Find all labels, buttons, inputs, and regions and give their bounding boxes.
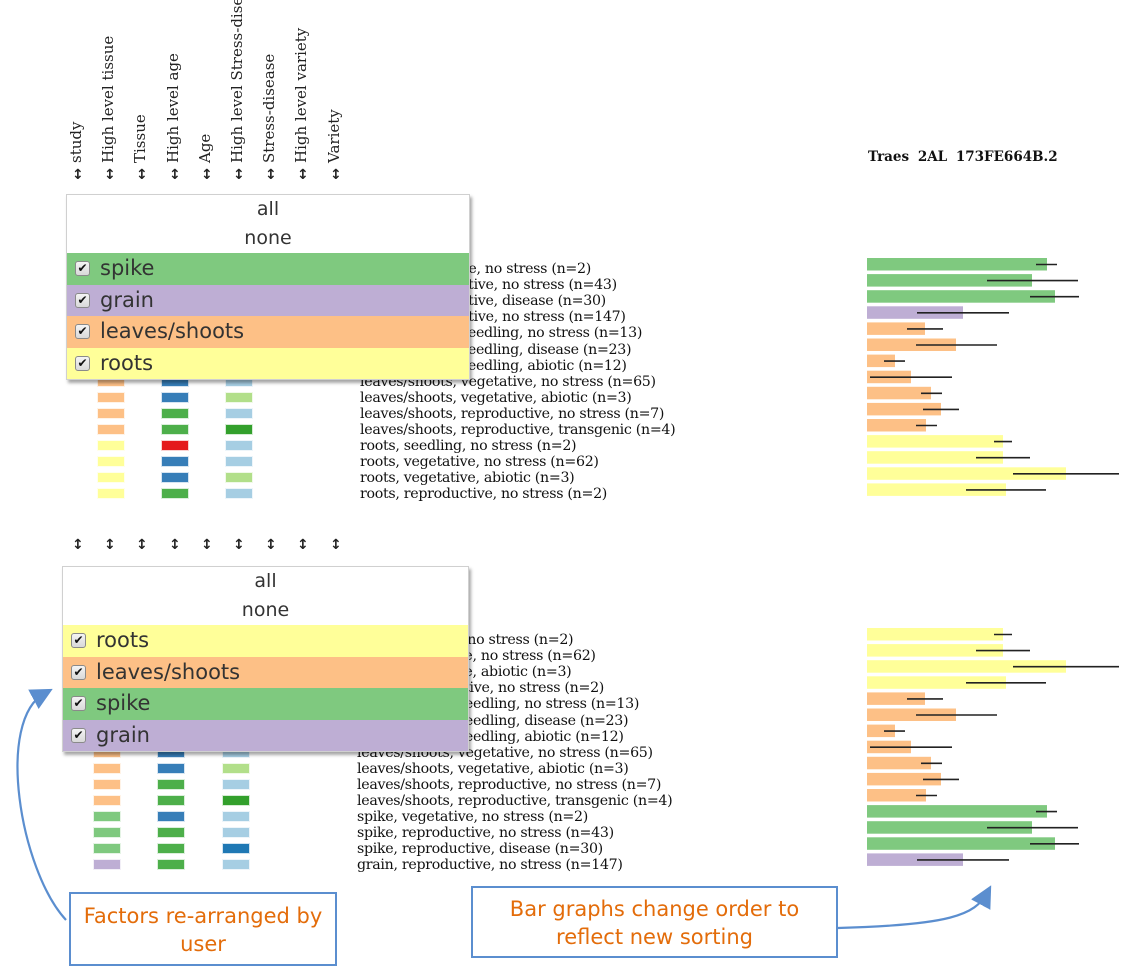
filter-option-leaves-shoots[interactable]: ✔ leaves/shoots (63, 656, 468, 688)
filter-option-label: spike (100, 256, 155, 281)
checkbox[interactable]: ✔ (71, 727, 86, 743)
filter-option-label: leaves/shoots (96, 659, 241, 684)
expression-bar[interactable] (867, 628, 1003, 641)
checkbox[interactable]: ✔ (75, 355, 90, 371)
expression-bar-charts (867, 258, 1119, 866)
select-all-link[interactable]: all (63, 567, 468, 596)
select-none-link[interactable]: none (67, 224, 469, 253)
expression-bar[interactable] (867, 837, 1055, 850)
filter-option-label: grain (100, 287, 154, 312)
filter-option-label: roots (96, 628, 150, 653)
filter-option-grain[interactable]: ✔ grain (63, 719, 468, 751)
expression-bar[interactable] (867, 258, 1047, 271)
tissue-filter-popup-reordered: all none ✔ roots ✔ leaves/shoots ✔ spike ✔ grai… (62, 566, 469, 752)
checkbox[interactable]: ✔ (75, 324, 90, 340)
callout-bar-order: Bar graphs change order to reflect new s… (471, 886, 838, 958)
tissue-filter-popup: all none ✔ spike ✔ grain ✔ leaves/shoots ✔ root… (66, 194, 470, 380)
filter-option-label: leaves/shoots (100, 319, 245, 344)
filter-option-label: roots (100, 350, 154, 375)
checkbox[interactable]: ✔ (75, 292, 90, 308)
filter-option-spike[interactable]: ✔ spike (63, 688, 468, 720)
filter-option-leaves-shoots[interactable]: ✔ leaves/shoots (67, 316, 469, 348)
checkbox[interactable]: ✔ (71, 633, 86, 649)
filter-option-roots[interactable]: ✔ roots (67, 347, 469, 379)
checkbox[interactable]: ✔ (71, 664, 86, 680)
select-none-link[interactable]: none (63, 596, 468, 625)
checkbox[interactable]: ✔ (71, 696, 86, 712)
expression-bar[interactable] (867, 435, 1003, 448)
callout-factors-rearranged: Factors re-arranged by user (69, 892, 337, 966)
filter-option-label: grain (96, 722, 150, 747)
filter-option-grain[interactable]: ✔ grain (67, 284, 469, 316)
expression-bar[interactable] (867, 290, 1055, 303)
filter-option-roots[interactable]: ✔ roots (63, 625, 468, 657)
filter-option-spike[interactable]: ✔ spike (67, 253, 469, 285)
filter-option-label: spike (96, 691, 151, 716)
checkbox[interactable]: ✔ (75, 261, 90, 277)
select-all-link[interactable]: all (67, 195, 469, 224)
expression-bar[interactable] (867, 805, 1047, 818)
